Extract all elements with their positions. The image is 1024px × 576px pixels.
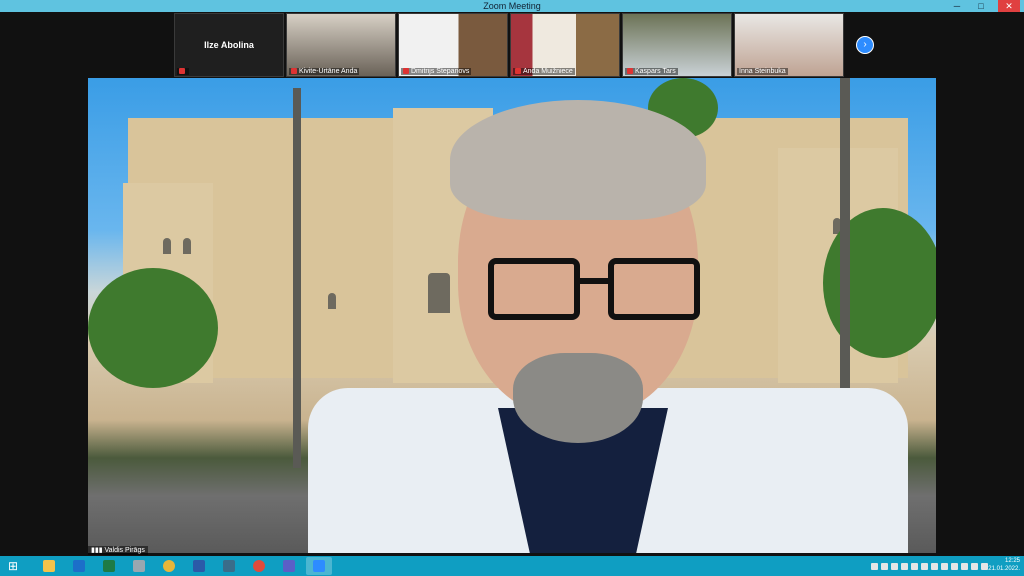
- network-icon[interactable]: [941, 562, 948, 570]
- window-titlebar: Zoom Meeting ─ □ ✕: [0, 0, 1024, 12]
- next-page-button[interactable]: ›: [856, 36, 874, 54]
- active-speaker-video: [88, 78, 936, 553]
- tray-icon[interactable]: [881, 562, 888, 570]
- excel-icon: [103, 560, 115, 572]
- street-pole: [293, 88, 301, 468]
- window-title: Zoom Meeting: [483, 1, 541, 11]
- participant-label: Dmitrijs Stepanovs: [401, 68, 472, 75]
- participant-tile[interactable]: Anda Muižniece: [510, 13, 620, 77]
- taskbar-app[interactable]: [246, 557, 272, 575]
- participant-label: Kaspars Tars: [625, 68, 678, 75]
- word-icon: [193, 560, 205, 572]
- taskbar-app[interactable]: [216, 557, 242, 575]
- participant-name: Anda Muižniece: [523, 68, 573, 75]
- teams-icon: [283, 560, 295, 572]
- speaker-beard: [513, 353, 643, 443]
- windows-taskbar: ⊞ 12:25 21.01.2022.: [0, 556, 1024, 576]
- participant-label: Inna Steinbuka: [737, 68, 788, 75]
- taskbar-clock[interactable]: 12:25 21.01.2022.: [984, 557, 1020, 575]
- taskbar-app[interactable]: [306, 557, 332, 575]
- tray-icon[interactable]: [931, 562, 938, 570]
- tray-icon[interactable]: [961, 562, 968, 570]
- taskbar-app[interactable]: [186, 557, 212, 575]
- taskbar-app[interactable]: [276, 557, 302, 575]
- chevron-right-icon: ›: [863, 39, 867, 50]
- building-window: [163, 238, 171, 254]
- participant-name: Kivite-Urtāne Anda: [299, 68, 358, 75]
- zoom-icon: [313, 560, 325, 572]
- tray-icon[interactable]: [911, 562, 918, 570]
- participant-label: [177, 68, 189, 75]
- windows-logo-icon: ⊞: [7, 559, 19, 573]
- active-speaker-name: Valdis Pirāgs: [104, 547, 145, 554]
- volume-icon[interactable]: [951, 562, 958, 570]
- taskbar-app[interactable]: [36, 557, 62, 575]
- participant-name: Inna Steinbuka: [739, 68, 786, 75]
- participant-tile[interactable]: Kaspars Tars: [622, 13, 732, 77]
- chrome-icon: [253, 560, 265, 572]
- speaker-hair: [450, 100, 706, 220]
- system-tray: [871, 558, 988, 574]
- file-explorer-icon: [43, 560, 55, 572]
- glasses-right-lens: [608, 258, 700, 320]
- participant-name: Kaspars Tars: [635, 68, 676, 75]
- street-pole: [840, 78, 850, 398]
- participant-tile[interactable]: Inna Steinbuka: [734, 13, 844, 77]
- tray-icon[interactable]: [901, 562, 908, 570]
- chrome-icon: [163, 560, 175, 572]
- close-button[interactable]: ✕: [998, 0, 1020, 12]
- participant-label: Kivite-Urtāne Anda: [289, 68, 360, 75]
- participant-name: Ilze Abolina: [204, 40, 254, 50]
- participant-tile[interactable]: Ilze Abolina: [174, 13, 284, 77]
- active-speaker-label: ▮▮▮ Valdis Pirāgs: [88, 546, 148, 555]
- maximize-button[interactable]: □: [974, 0, 988, 12]
- taskbar-app[interactable]: [96, 557, 122, 575]
- participant-tile[interactable]: Dmitrijs Stepanovs: [398, 13, 508, 77]
- glasses-bridge: [574, 278, 608, 284]
- mic-muted-icon: [403, 68, 409, 75]
- mic-muted-icon: [627, 68, 633, 75]
- taskbar-app[interactable]: [126, 557, 152, 575]
- building-window: [183, 238, 191, 254]
- outlook-icon: [73, 560, 85, 572]
- taskbar-app[interactable]: [156, 557, 182, 575]
- participant-label: Anda Muižniece: [513, 68, 575, 75]
- clock-date: 21.01.2022.: [988, 566, 1020, 572]
- tray-icon[interactable]: [971, 562, 978, 570]
- minimize-button[interactable]: ─: [950, 0, 964, 12]
- glasses-left-lens: [488, 258, 580, 320]
- app-icon: [223, 560, 235, 572]
- mic-muted-icon: [515, 68, 521, 75]
- speaker-person: [308, 88, 908, 553]
- tray-icon[interactable]: [891, 562, 898, 570]
- calculator-icon: [133, 560, 145, 572]
- meeting-stage: Ilze Abolina Kivite-Urtāne Anda Dmitrijs…: [0, 12, 1024, 556]
- taskbar-app[interactable]: [66, 557, 92, 575]
- participant-strip: Ilze Abolina Kivite-Urtāne Anda Dmitrijs…: [174, 13, 844, 77]
- participant-name: Dmitrijs Stepanovs: [411, 68, 470, 75]
- signal-icon: ▮▮▮: [91, 547, 105, 554]
- tray-icon[interactable]: [871, 562, 878, 570]
- start-button[interactable]: ⊞: [0, 556, 26, 576]
- clock-time: 12:25: [1004, 558, 1020, 564]
- participant-tile[interactable]: Kivite-Urtāne Anda: [286, 13, 396, 77]
- window-controls: ─ □ ✕: [950, 0, 1020, 12]
- tray-icon[interactable]: [921, 562, 928, 570]
- mic-muted-icon: [291, 68, 297, 75]
- mic-muted-icon: [179, 68, 185, 75]
- tree: [88, 268, 218, 388]
